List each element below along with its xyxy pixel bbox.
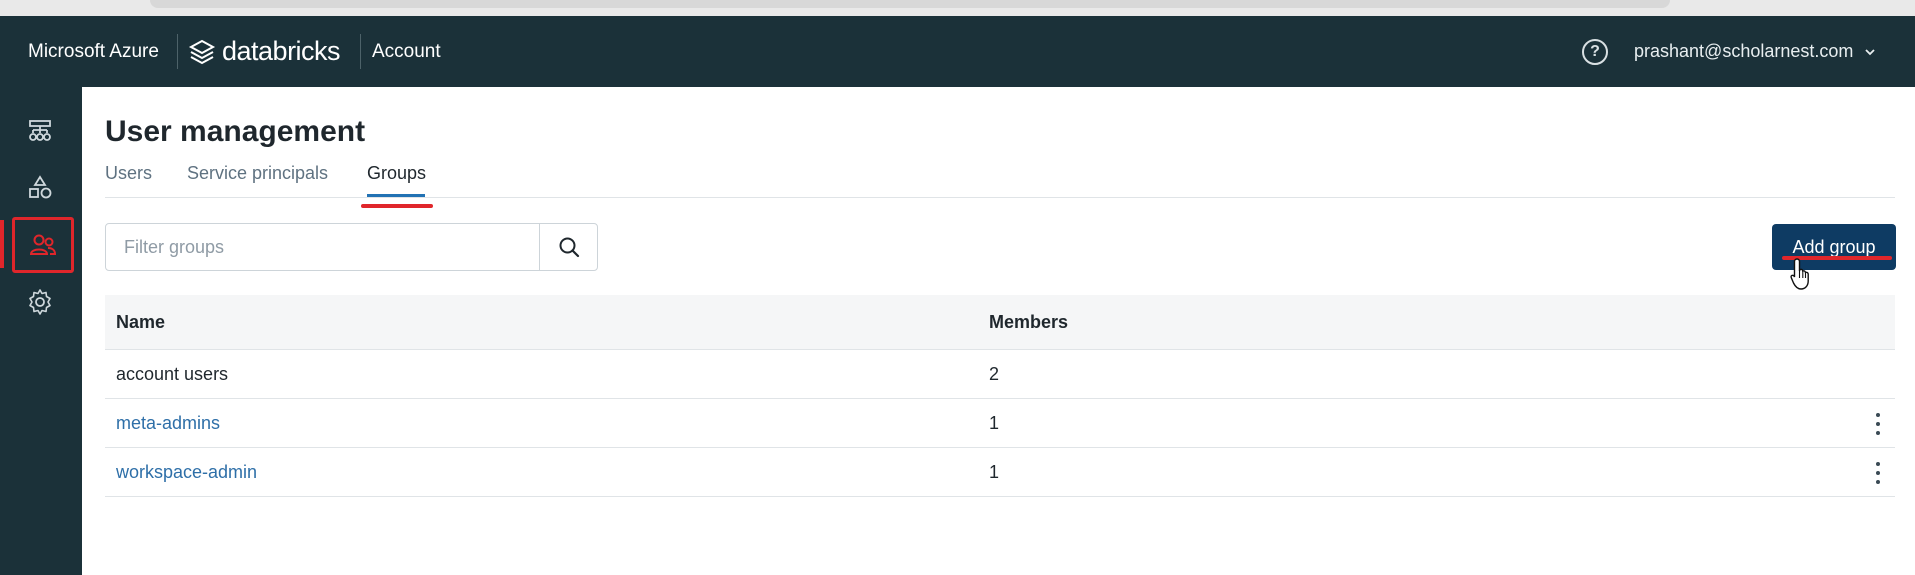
tabs-divider bbox=[105, 197, 1895, 198]
tab-service-principals[interactable]: Service principals bbox=[187, 163, 328, 184]
group-members-count: 2 bbox=[989, 364, 1000, 384]
active-item-marker bbox=[0, 220, 4, 268]
workspaces-icon bbox=[29, 120, 51, 141]
databricks-wordmark: databricks bbox=[222, 36, 341, 66]
user-management-icon bbox=[29, 234, 57, 255]
search-icon bbox=[559, 237, 579, 258]
column-header-members[interactable]: Members bbox=[989, 295, 1068, 350]
user-menu[interactable]: prashant@scholarnest.com bbox=[1634, 16, 1853, 87]
page-title: User management bbox=[105, 115, 366, 148]
group-name-link[interactable]: meta-admins bbox=[116, 399, 220, 448]
catalog-icon bbox=[29, 175, 52, 199]
hand-cursor-icon bbox=[1790, 258, 1809, 290]
help-icon[interactable]: ? bbox=[1582, 39, 1608, 65]
active-tab-indicator bbox=[367, 194, 425, 197]
table-header: Name Members bbox=[105, 295, 1895, 350]
browser-chrome-strip bbox=[0, 0, 1915, 16]
row-actions-kebab-icon[interactable] bbox=[1873, 413, 1883, 435]
filter-groups-input[interactable] bbox=[107, 225, 535, 269]
top-navigation-bar: Microsoft Azure databricks Account ? pra… bbox=[0, 16, 1915, 87]
brand-divider bbox=[177, 34, 178, 69]
annotation-underline-groups bbox=[361, 204, 433, 208]
group-name-link[interactable]: workspace-admin bbox=[116, 448, 257, 497]
sidebar bbox=[0, 87, 82, 575]
sidebar-item-user-management[interactable] bbox=[12, 217, 74, 273]
tab-users[interactable]: Users bbox=[105, 163, 152, 184]
table-row: workspace-admin 1 bbox=[105, 448, 1895, 497]
main-content: User management Users Service principals… bbox=[82, 87, 1915, 575]
table-row: meta-admins 1 bbox=[105, 399, 1895, 448]
sidebar-item-workspaces[interactable] bbox=[20, 111, 60, 151]
chevron-down-icon[interactable] bbox=[1864, 46, 1876, 58]
section-divider bbox=[360, 34, 361, 69]
settings-icon bbox=[29, 289, 51, 315]
groups-table: Name Members account users 2 meta-admins… bbox=[105, 295, 1895, 497]
column-header-name[interactable]: Name bbox=[116, 295, 165, 350]
sidebar-item-settings[interactable] bbox=[20, 282, 60, 322]
account-section-label[interactable]: Account bbox=[372, 16, 441, 87]
filter-groups-box bbox=[105, 223, 598, 271]
tab-groups[interactable]: Groups bbox=[367, 163, 426, 184]
group-members-count: 1 bbox=[989, 413, 1000, 433]
browser-tab-edge bbox=[150, 0, 1670, 8]
table-row: account users 2 bbox=[105, 350, 1895, 399]
databricks-logo-icon bbox=[188, 39, 216, 65]
sidebar-item-catalog[interactable] bbox=[20, 168, 60, 208]
microsoft-azure-brand: Microsoft Azure bbox=[28, 41, 159, 62]
group-name: account users bbox=[116, 364, 229, 384]
row-actions-kebab-icon[interactable] bbox=[1873, 462, 1883, 484]
group-members-count: 1 bbox=[989, 462, 1000, 482]
search-button[interactable] bbox=[539, 224, 597, 270]
